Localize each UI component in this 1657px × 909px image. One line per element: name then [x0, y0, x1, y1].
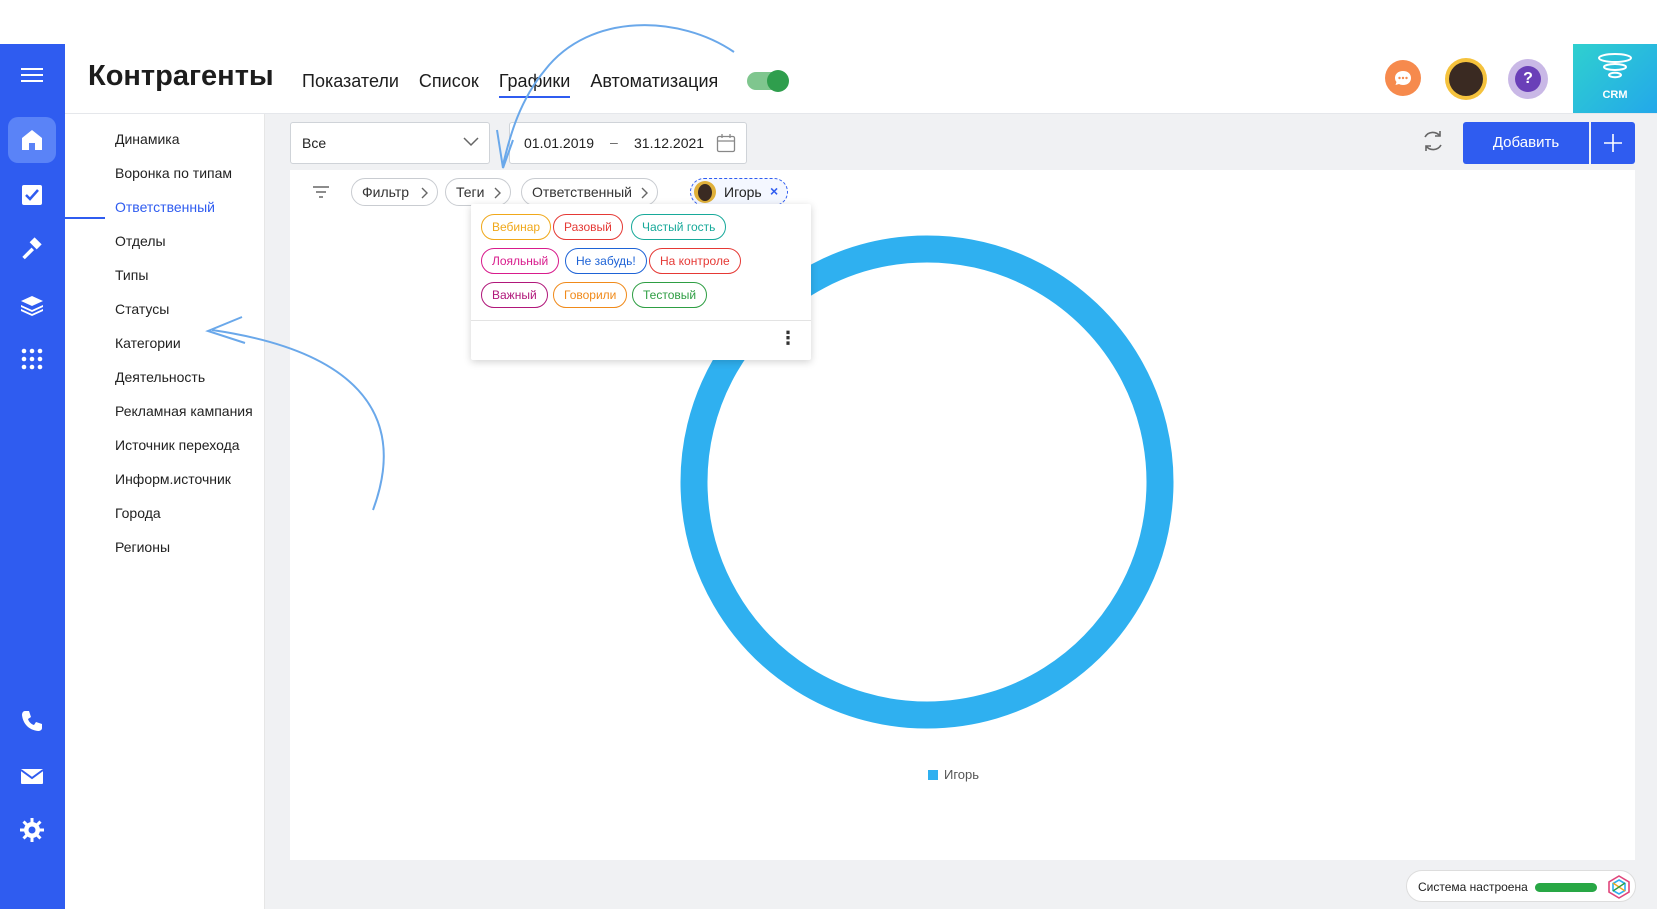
- user-chip-name: Игорь: [724, 184, 762, 200]
- tag-item[interactable]: Лояльный: [481, 248, 560, 274]
- status-progress-bar: [1535, 883, 1597, 892]
- date-range-input[interactable]: 01.01.2019 – 31.12.2021: [509, 122, 747, 164]
- subnav-item-regions[interactable]: Регионы: [115, 539, 170, 555]
- home-icon[interactable]: [8, 117, 56, 163]
- user-chip-avatar: [694, 181, 716, 203]
- chevron-right-icon: [641, 187, 648, 199]
- tag-item[interactable]: Частый гость: [631, 214, 727, 240]
- filter-lines-icon[interactable]: [312, 185, 330, 204]
- more-options-icon[interactable]: ⋮: [779, 328, 797, 349]
- crm-tile[interactable]: CRM: [1573, 44, 1657, 113]
- tab-automation[interactable]: Автоматизация: [590, 71, 718, 98]
- add-button[interactable]: Добавить: [1463, 122, 1589, 164]
- subnav-item-cities[interactable]: Города: [115, 505, 161, 521]
- mail-icon[interactable]: [8, 753, 56, 799]
- content-area: Все 01.01.2019 – 31.12.2021 Добавить Фил…: [265, 114, 1657, 909]
- tab-charts[interactable]: Графики: [498, 71, 571, 98]
- add-plus-button[interactable]: [1591, 122, 1635, 164]
- subnav-item-dynamics[interactable]: Динамика: [115, 131, 179, 147]
- refresh-icon[interactable]: [1420, 128, 1446, 159]
- date-dash: –: [610, 134, 618, 150]
- tags-dropdown: Вебинар Разовый Частый гость Лояльный Не…: [471, 204, 811, 360]
- main-tabs: Показатели Список Графики Автоматизация: [302, 71, 718, 98]
- help-icon[interactable]: ?: [1508, 59, 1548, 99]
- tag-item[interactable]: Разовый: [553, 214, 623, 240]
- close-icon[interactable]: ×: [770, 183, 778, 199]
- status-text: Система настроена: [1418, 880, 1528, 894]
- legend-swatch: [928, 770, 938, 780]
- plus-icon: [1604, 134, 1622, 152]
- logo-icon: [1608, 875, 1630, 899]
- chart-panel: Фильтр Теги Ответственный Игорь × Вебина…: [290, 170, 1635, 860]
- apps-grid-icon[interactable]: [8, 336, 56, 382]
- responsible-chip[interactable]: Ответственный: [521, 178, 658, 206]
- tag-item[interactable]: На контроле: [649, 248, 741, 274]
- crm-label: CRM: [1602, 89, 1628, 101]
- active-marker: [65, 217, 105, 219]
- calendar-icon[interactable]: [716, 133, 736, 153]
- responsible-chip-label: Ответственный: [532, 184, 632, 200]
- left-rail: [0, 44, 65, 909]
- avatar-face: [1449, 62, 1483, 96]
- filter-chip-label: Фильтр: [362, 184, 410, 200]
- automation-toggle[interactable]: [747, 70, 789, 92]
- tag-item[interactable]: Не забудь!: [565, 248, 647, 274]
- subnav-item-info-source[interactable]: Информ.источник: [115, 471, 231, 487]
- subnav-item-types[interactable]: Типы: [115, 267, 148, 283]
- subnav-item-campaign[interactable]: Рекламная кампания: [115, 403, 253, 419]
- app-root: Контрагенты Показатели Список Графики Ав…: [0, 0, 1657, 909]
- subnav-item-traffic-source[interactable]: Источник перехода: [115, 437, 240, 453]
- subnav-item-responsible[interactable]: Ответственный: [115, 199, 215, 215]
- tab-indicators[interactable]: Показатели: [302, 71, 399, 98]
- subnav-item-funnel[interactable]: Воронка по типам: [115, 165, 232, 181]
- scope-select-value: Все: [302, 135, 327, 151]
- hammer-icon[interactable]: [8, 227, 56, 273]
- tags-chip-label: Теги: [456, 184, 485, 200]
- date-to: 31.12.2021: [634, 135, 705, 151]
- subnav-item-statuses[interactable]: Статусы: [115, 301, 169, 317]
- toggle-knob: [767, 70, 789, 92]
- scope-select[interactable]: Все: [290, 122, 490, 164]
- chevron-right-icon: [421, 187, 428, 199]
- tag-item[interactable]: Вебинар: [481, 214, 552, 240]
- tab-list[interactable]: Список: [419, 71, 479, 98]
- chat-icon[interactable]: [1385, 60, 1421, 96]
- menu-icon[interactable]: [8, 52, 56, 98]
- subnav-item-activity[interactable]: Деятельность: [115, 369, 205, 385]
- tags-divider: [471, 320, 811, 321]
- date-from: 01.01.2019: [524, 135, 595, 151]
- filter-chip[interactable]: Фильтр: [351, 178, 438, 206]
- checkbox-icon[interactable]: [8, 172, 56, 218]
- tag-item[interactable]: Важный: [481, 282, 548, 308]
- chevron-down-icon: [463, 137, 479, 147]
- tag-item[interactable]: Говорили: [553, 282, 628, 308]
- selected-user-chip[interactable]: Игорь ×: [690, 178, 788, 206]
- crm-logo-icon: [1598, 53, 1632, 79]
- tag-item[interactable]: Тестовый: [632, 282, 708, 308]
- chart-subnav: Динамика Воронка по типам Ответственный …: [65, 114, 265, 909]
- chevron-right-icon: [494, 187, 501, 199]
- system-status[interactable]: Система настроена: [1406, 870, 1636, 902]
- layers-icon[interactable]: [8, 282, 56, 328]
- subnav-item-departments[interactable]: Отделы: [115, 233, 166, 249]
- legend-label: Игорь: [944, 767, 980, 782]
- top-header: Контрагенты Показатели Список Графики Ав…: [65, 44, 1657, 114]
- phone-icon[interactable]: [8, 698, 56, 744]
- gear-icon[interactable]: [8, 807, 56, 853]
- page-title: Контрагенты: [88, 60, 274, 92]
- user-avatar[interactable]: [1445, 58, 1487, 100]
- tags-chip[interactable]: Теги: [445, 178, 511, 206]
- subnav-item-categories[interactable]: Категории: [115, 335, 181, 351]
- chart-legend: Игорь: [928, 767, 979, 782]
